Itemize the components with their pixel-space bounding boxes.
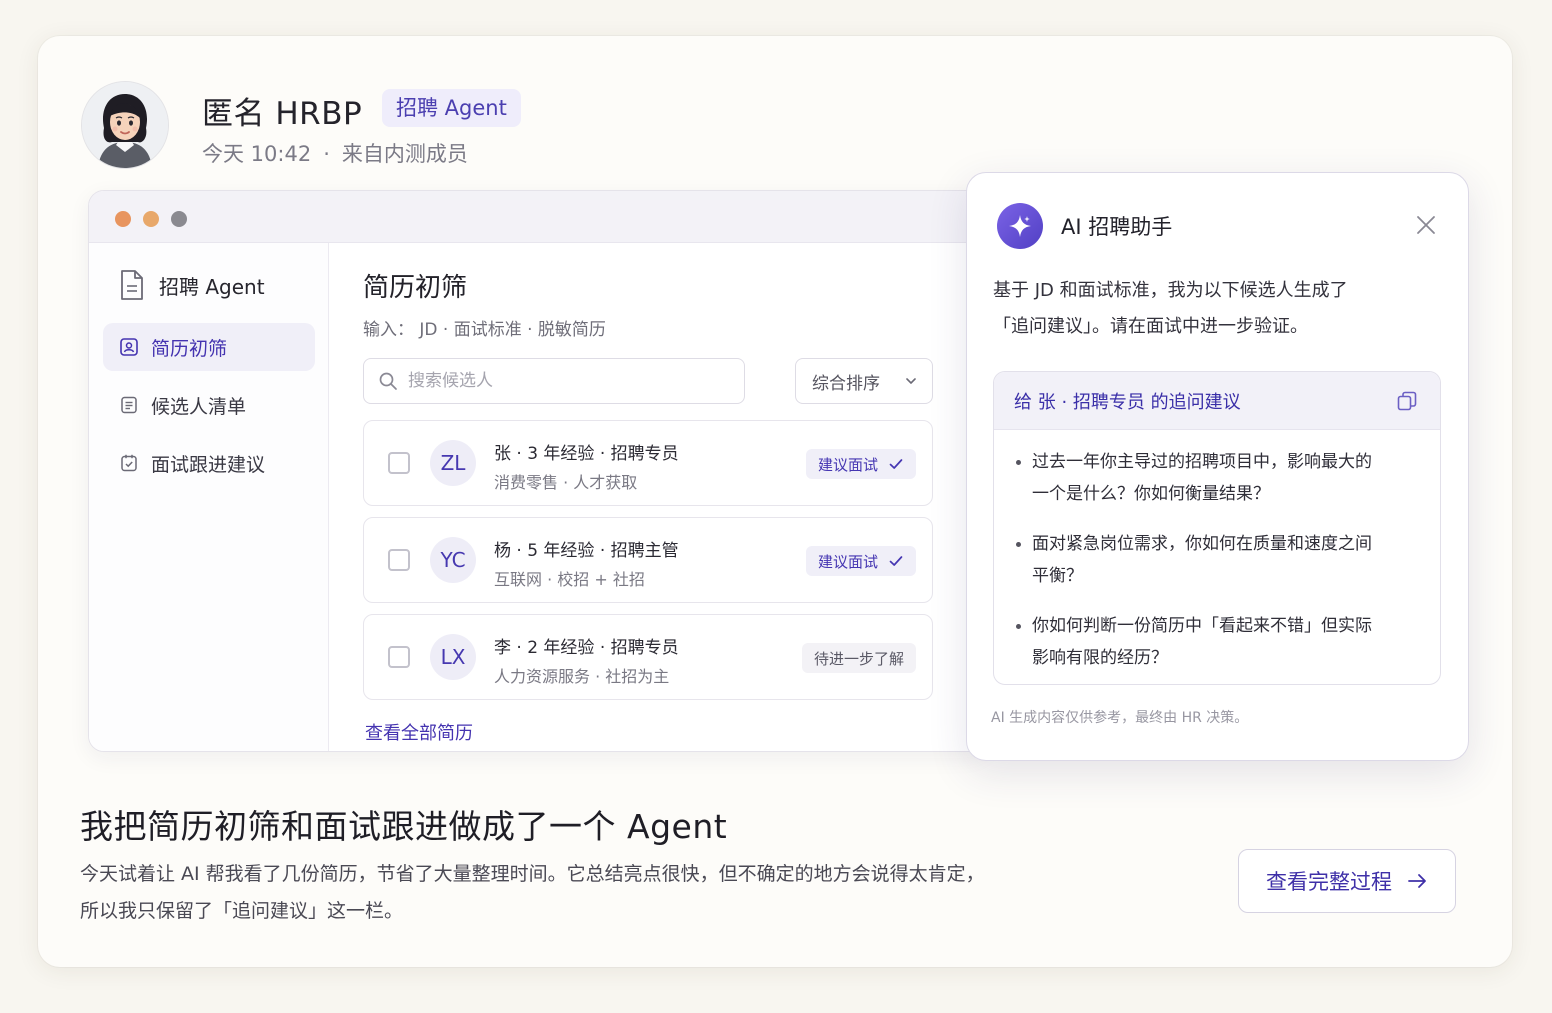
candidate-background: 互联网 · 校招 + 社招 [494, 570, 645, 589]
sort-label: 综合排序 [812, 373, 880, 394]
resume-icon [120, 338, 138, 356]
ai-assistant-panel: AI 招聘助手 基于 JD 和面试标准，我为以下候选人生成了 「追问建议」。请在… [966, 172, 1469, 761]
list-item: 过去一年你主导过的招聘项目中，影响最大的 一个是什么？你如何衡量结果？ [1014, 446, 1420, 510]
status-badge[interactable]: 待进一步了解 [801, 643, 916, 673]
sidebar-item-candidate-list[interactable]: 候选人清单 [103, 381, 315, 429]
app-window: 招聘 Agent 简历初筛 候选人清单 面试跟进建议 简历初筛 输入： JD ·… [88, 190, 988, 752]
copy-icon[interactable] [1396, 390, 1418, 412]
sidebar-item-resume-screening[interactable]: 简历初筛 [103, 323, 315, 371]
search-box[interactable] [363, 358, 745, 404]
sidebar-item-label: 面试跟进建议 [151, 453, 266, 476]
check-icon [889, 459, 903, 469]
post-source: 来自内测成员 [341, 142, 468, 166]
candidate-checkbox[interactable] [388, 452, 410, 474]
status-badge[interactable]: 建议面试 [805, 546, 916, 576]
question-line: 影响有限的经历？ [1032, 648, 1168, 668]
main-content: 简历初筛 输入： JD · 面试标准 · 脱敏简历 综合排序 ZL 张 · 3 … [329, 243, 987, 751]
avatar[interactable] [82, 82, 168, 168]
question-line: 平衡？ [1032, 566, 1083, 586]
assistant-intro-line: 基于 JD 和面试标准，我为以下候选人生成了 [993, 280, 1348, 301]
window-minimize-dot[interactable] [143, 211, 159, 227]
post-time: 今天 10:42 [202, 142, 312, 166]
page-title: 简历初筛 [363, 273, 468, 303]
sort-dropdown[interactable]: 综合排序 [795, 358, 933, 404]
close-icon[interactable] [1414, 213, 1438, 237]
sidebar-item-label: 简历初筛 [151, 337, 228, 360]
sidebar-item-label: 候选人清单 [151, 395, 247, 418]
candidate-checkbox[interactable] [388, 549, 410, 571]
page-subtitle: 输入： JD · 面试标准 · 脱敏简历 [363, 320, 606, 340]
search-input[interactable] [408, 371, 728, 391]
post-body-line: 今天试着让 AI 帮我看了几份简历，节省了大量整理时间。它总结亮点很快，但不确定… [80, 863, 985, 885]
candidate-background: 人力资源服务 · 社招为主 [494, 667, 670, 686]
sparkle-icon [997, 203, 1043, 249]
window-close-dot[interactable] [115, 211, 131, 227]
candidate-summary: 杨 · 5 年经验 · 招聘主管 [494, 541, 679, 561]
list-item: 你如何判断一份简历中「看起来不错」但实际 影响有限的经历？ [1014, 610, 1420, 674]
cta-label: 查看完整过程 [1266, 870, 1392, 894]
candidate-initials-avatar: ZL [430, 440, 476, 486]
candidate-summary: 李 · 2 年经验 · 招聘专员 [494, 638, 679, 658]
window-titlebar [89, 191, 987, 243]
question-line: 过去一年你主导过的招聘项目中，影响最大的 [1032, 452, 1372, 472]
sidebar: 招聘 Agent 简历初筛 候选人清单 面试跟进建议 [89, 243, 329, 751]
ai-disclaimer: AI 生成内容仅供参考，最终由 HR 决策。 [991, 710, 1249, 726]
check-icon [889, 556, 903, 566]
avatar-illustration [82, 82, 168, 168]
question-line: 面对紧急岗位需求，你如何在质量和速度之间 [1032, 534, 1372, 554]
suggestions-title: 给 张 · 招聘专员 的追问建议 [1014, 391, 1241, 413]
post-body: 今天试着让 AI 帮我看了几份简历，节省了大量整理时间。它总结亮点很快，但不确定… [80, 856, 1080, 930]
followup-suggestions-card: 给 张 · 招聘专员 的追问建议 过去一年你主导过的招聘项目中，影响最大的 一个… [993, 371, 1441, 685]
candidate-row[interactable]: LX 李 · 2 年经验 · 招聘专员 人力资源服务 · 社招为主 待进一步了解 [363, 614, 933, 700]
sparkle-glyph [1009, 215, 1031, 237]
candidate-row[interactable]: YC 杨 · 5 年经验 · 招聘主管 互联网 · 校招 + 社招 建议面试 [363, 517, 933, 603]
list-item: 面对紧急岗位需求，你如何在质量和速度之间 平衡？ [1014, 528, 1420, 592]
meta-separator: · [323, 142, 330, 166]
list-icon [121, 396, 137, 414]
question-line: 你如何判断一份简历中「看起来不错」但实际 [1032, 616, 1372, 636]
status-badge[interactable]: 建议面试 [805, 449, 916, 479]
search-icon [379, 372, 397, 390]
candidate-row[interactable]: ZL 张 · 3 年经验 · 招聘专员 消费零售 · 人才获取 建议面试 [363, 420, 933, 506]
chevron-down-icon [906, 378, 916, 384]
suggestions-list: 过去一年你主导过的招聘项目中，影响最大的 一个是什么？你如何衡量结果？ 面对紧急… [994, 430, 1440, 674]
candidate-summary: 张 · 3 年经验 · 招聘专员 [494, 444, 679, 464]
status-label: 待进一步了解 [813, 649, 904, 668]
candidate-checkbox[interactable] [388, 646, 410, 668]
candidate-initials-avatar: LX [430, 634, 476, 680]
post-meta: 今天 10:42 · 来自内测成员 [202, 138, 468, 168]
post-body-line: 所以我只保留了「追问建议」这一栏。 [80, 900, 404, 922]
status-label: 建议面试 [817, 552, 878, 571]
window-maximize-dot[interactable] [171, 211, 187, 227]
author-name[interactable]: 匿名 HRBP [202, 88, 362, 133]
suggestions-header: 给 张 · 招聘专员 的追问建议 [994, 372, 1440, 430]
sidebar-app-title: 招聘 Agent [119, 269, 265, 301]
assistant-title: AI 招聘助手 [1061, 215, 1173, 239]
view-all-resumes-link[interactable]: 查看全部简历 [365, 719, 473, 745]
status-label: 建议面试 [817, 455, 878, 474]
sidebar-item-interview-followup[interactable]: 面试跟进建议 [103, 439, 315, 487]
arrow-right-icon [1408, 874, 1426, 888]
post-title: 我把简历初筛和面试跟进做成了一个 Agent [80, 807, 728, 846]
assistant-intro-line: 「追问建议」。请在面试中进一步验证。 [993, 316, 1308, 337]
question-line: 一个是什么？你如何衡量结果？ [1032, 484, 1270, 504]
candidate-initials-avatar: YC [430, 537, 476, 583]
candidate-background: 消费零售 · 人才获取 [494, 473, 638, 492]
author-tag-badge: 招聘 Agent [382, 89, 521, 127]
sidebar-title-label: 招聘 Agent [159, 274, 265, 299]
document-icon [121, 270, 143, 300]
assistant-intro: 基于 JD 和面试标准，我为以下候选人生成了 「追问建议」。请在面试中进一步验证… [993, 273, 1433, 345]
calendar-check-icon [121, 454, 137, 472]
view-full-process-button[interactable]: 查看完整过程 [1238, 849, 1456, 913]
